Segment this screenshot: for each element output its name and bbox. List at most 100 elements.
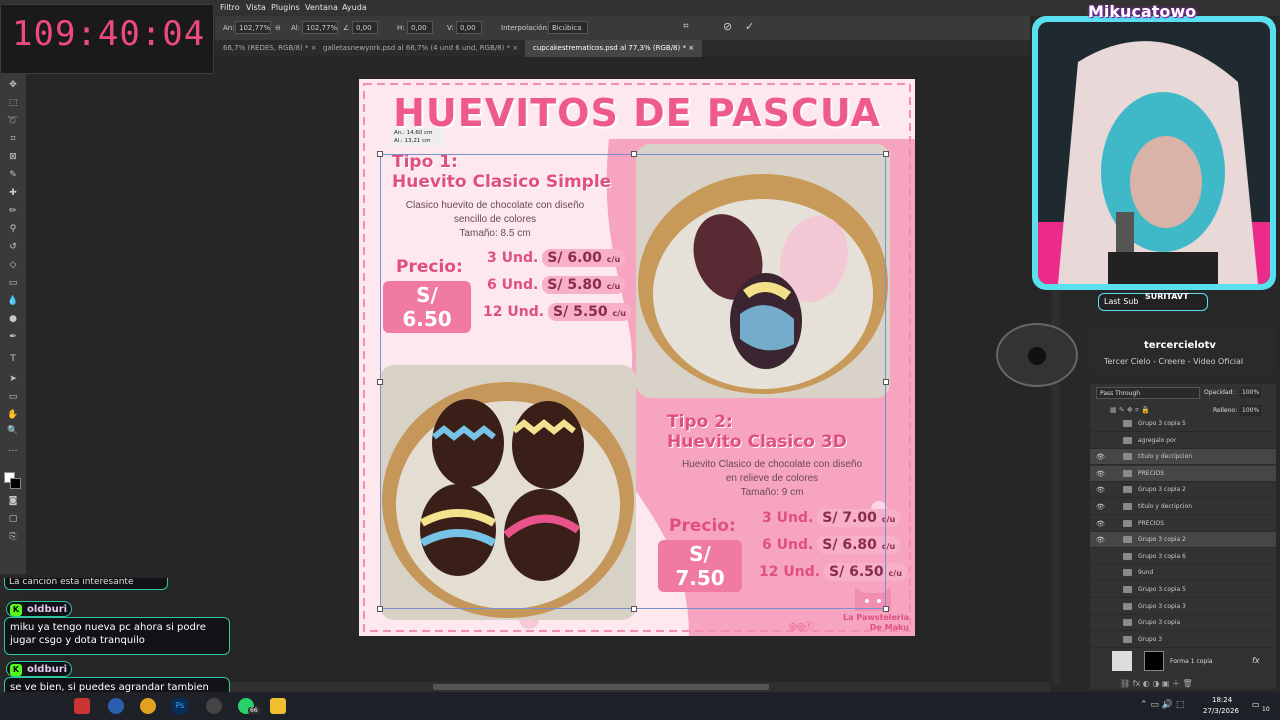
warp-icon[interactable]: ⌗ [683,21,689,32]
menu-ayuda[interactable]: Ayuda [342,3,367,12]
blend-mode-select[interactable]: Pass Through [1096,387,1200,399]
transform-handle[interactable] [377,379,383,385]
width-field[interactable]: 102,77% [235,21,271,34]
fill-field[interactable]: 100% [1240,405,1262,416]
link-icon[interactable]: ⊖ [275,24,281,32]
timer-text: 109:40:04 [12,14,206,54]
eraser-tool-icon[interactable]: ◇ [7,260,19,271]
fx-icon[interactable]: fx [1252,656,1260,665]
screen-mode-icon[interactable]: ▢ [7,514,19,525]
tab-redes[interactable]: 66,7% (REDES, RGB/8) * × [215,40,325,57]
frame-tool-icon[interactable]: ⊠ [7,152,19,163]
background-color-swatch[interactable] [10,478,21,489]
dodge-tool-icon[interactable]: ● [7,314,19,325]
move-tool-icon[interactable]: ✥ [7,80,19,91]
height-field[interactable]: 102,77% [302,21,338,34]
blur-tool-icon[interactable]: 💧 [7,296,19,307]
h-skew-field[interactable]: 0,00 [407,21,433,34]
app-icon[interactable] [108,698,124,714]
eye-icon[interactable]: 👁 [1096,536,1105,544]
chrome-icon[interactable] [140,698,156,714]
commit-transform-icon[interactable]: ✓ [745,20,754,33]
transform-handle[interactable] [883,379,889,385]
transform-handle[interactable] [883,606,889,612]
history-brush-icon[interactable]: ↺ [7,242,19,253]
transform-handle[interactable] [883,151,889,157]
brush-tool-icon[interactable]: ✏ [7,206,19,217]
angle-field[interactable]: 0,00 [352,21,378,34]
lasso-tool-icon[interactable]: ➰ [7,116,19,127]
more-tools-icon[interactable]: … [7,444,19,455]
shape-tool-icon[interactable]: ▭ [7,392,19,403]
tab-cupcakes[interactable]: cupcakestrematicos.psd al 77,3% (RGB/8) … [525,40,703,57]
layer-row[interactable]: agregalo por [1090,433,1276,449]
pen-tool-icon[interactable]: ✒ [7,332,19,343]
photoshop-icon[interactable]: Ps [172,698,188,714]
gradient-tool-icon[interactable]: ▭ [7,278,19,289]
layer-name: titulo y decripcion [1138,503,1193,510]
quick-mask-icon[interactable]: ◙ [7,496,19,507]
layer-row[interactable]: 👁 Grupo 3 copia 2 [1090,532,1276,549]
hand-tool-icon[interactable]: ✋ [7,410,19,421]
eye-icon[interactable]: 👁 [1096,453,1105,461]
now-playing-widget: tercercielotv Tercer Cielo - Creere - Vi… [996,323,1276,387]
notifications-icon[interactable]: ▭ [1252,700,1260,709]
eye-icon[interactable]: 👁 [1096,520,1105,528]
menu-plugins[interactable]: Plugins [271,3,300,12]
layer-name: agregalo por [1138,436,1177,444]
layer-row[interactable]: Grupo 3 copia [1090,615,1276,632]
clock-time[interactable]: 18:24 [1212,696,1232,704]
edit-toolbar-icon[interactable]: ⎘ [7,532,19,543]
layer-row[interactable]: 👁 titulo y decripcion [1090,499,1276,515]
layer-row[interactable]: 👁 Grupo 3 copia 2 [1090,482,1276,499]
layer-row[interactable]: Grupo 3 [1090,632,1276,648]
horizontal-scrollbar-thumb[interactable] [433,684,769,690]
eye-icon[interactable]: 👁 [1096,503,1105,511]
webcam-feed [1038,22,1270,284]
menu-ventana[interactable]: Ventana [305,3,338,12]
layer-row[interactable]: Grupo 3 copia 6 [1090,549,1276,565]
transform-handle[interactable] [377,606,383,612]
v-skew-field[interactable]: 0,00 [456,21,482,34]
layer-row[interactable]: Grupo 3 copia 3 [1090,599,1276,615]
healing-tool-icon[interactable]: ✚ [7,188,19,199]
menu-filtro[interactable]: Filtro [220,3,240,12]
path-select-icon[interactable]: ➤ [7,374,19,385]
clock-date[interactable]: 27/3/2026 [1203,707,1239,715]
file-explorer-icon[interactable] [270,698,286,714]
folder-icon [1123,552,1132,560]
layer-row[interactable]: 👁 PRECIOS [1090,516,1276,532]
zoom-tool-icon[interactable]: 🔍 [7,426,19,437]
layer-actions-icons[interactable]: ⛓ fx ◐ ◑ ▣ ＋ 🗑 [1120,678,1193,689]
marquee-tool-icon[interactable]: ⬚ [7,98,19,109]
folder-icon [1123,436,1132,444]
layer-row[interactable]: Grupo 3 copia 5 [1090,416,1276,432]
close-icon[interactable]: × [512,44,518,52]
stamp-tool-icon[interactable]: ⚲ [7,224,19,235]
layer-row[interactable]: 👁 titulo y decripcion [1090,449,1276,466]
layer-row[interactable]: 9und [1090,565,1276,582]
interpolation-select[interactable]: Bicúbica [548,21,588,34]
eye-icon[interactable]: 👁 [1096,470,1105,478]
cancel-transform-icon[interactable]: ⊘ [723,20,732,33]
type-tool-icon[interactable]: T [7,354,19,365]
layer-row[interactable]: 👁 PRECIOS [1090,465,1276,482]
crop-tool-icon[interactable]: ⌗ [7,134,19,145]
lock-icons[interactable]: ▦ ✎ ✥ ⌗ 🔒 [1110,406,1150,415]
eye-icon[interactable]: 👁 [1096,486,1105,494]
eyedropper-tool-icon[interactable]: ✎ [7,170,19,181]
close-icon[interactable]: × [688,44,694,52]
folder-icon [1123,619,1132,627]
transform-handle[interactable] [377,151,383,157]
tab-galletas[interactable]: galletasnewyork.psd al 66,7% (4 und 6 un… [315,40,526,57]
obs-icon[interactable] [206,698,222,714]
layer-row[interactable]: Grupo 3 copia 5 [1090,582,1276,598]
tray-icons[interactable]: ⌃ ▭ 🔊 ⬚ [1140,700,1184,710]
bottom-layer-name[interactable]: Forma 1 copia [1170,658,1213,665]
transform-handle[interactable] [631,606,637,612]
opacity-field[interactable]: 100% [1240,387,1262,398]
transform-handle[interactable] [631,151,637,157]
menu-vista[interactable]: Vista [246,3,266,12]
transform-bounding-box[interactable] [377,151,889,612]
brave-icon[interactable] [74,698,90,714]
